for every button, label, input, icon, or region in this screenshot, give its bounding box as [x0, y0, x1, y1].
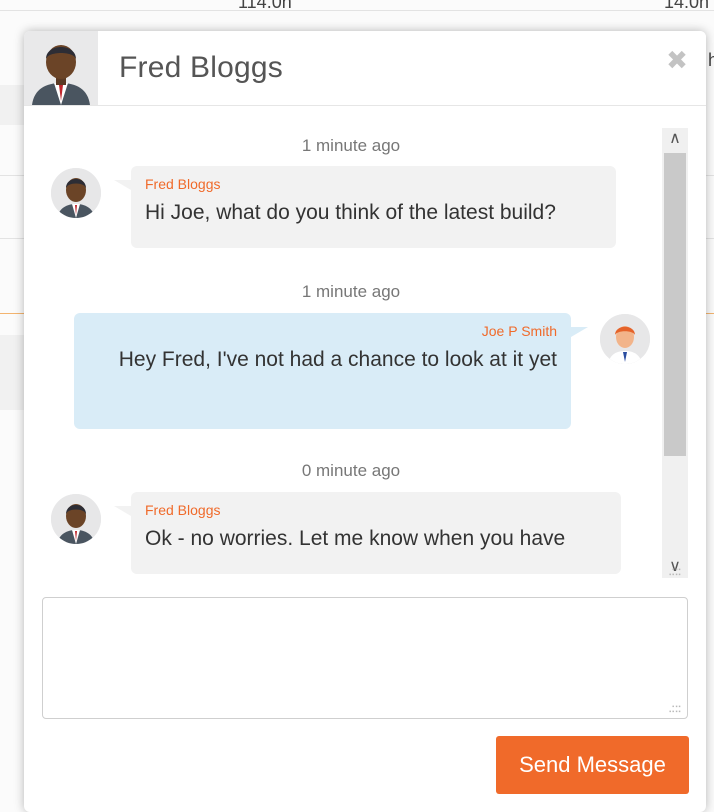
message-bubble: Fred Bloggs Hi Joe, what do you think of… — [114, 166, 616, 248]
message-sender: Fred Bloggs — [145, 176, 221, 192]
chat-header: Fred Bloggs ✖ — [24, 31, 706, 106]
resize-grip-icon[interactable]: ⠠⠤ ⠤⠤ — [668, 701, 682, 716]
message-list: 1 minute ago Fred Bloggs Hi Joe, what do… — [24, 106, 660, 586]
send-message-button[interactable]: Send Message — [496, 736, 689, 794]
message-bubble: Joe P Smith Hey Fred, I've not had a cha… — [74, 313, 588, 429]
sender-avatar — [600, 314, 650, 364]
scroll-thumb[interactable] — [664, 153, 686, 456]
message-bubble: Fred Bloggs Ok - no worries. Let me know… — [114, 492, 621, 574]
message-scrollbar[interactable]: ∧ ∨ — [662, 128, 688, 578]
sender-avatar — [51, 168, 101, 218]
message-text: Ok - no worries. Let me know when you ha… — [145, 527, 566, 550]
message-sender: Fred Bloggs — [145, 502, 221, 518]
message-timestamp: 0 minute ago — [301, 461, 401, 480]
message-timestamp: 1 minute ago — [301, 282, 401, 301]
background-divider — [0, 10, 714, 11]
background-cell-text: h — [708, 50, 714, 70]
contact-avatar-image — [24, 31, 98, 105]
chat-window: Fred Bloggs ✖ 1 minute ago Fred Bloggs H… — [24, 31, 706, 812]
chat-title: Fred Bloggs — [119, 51, 283, 84]
message-text: Hi Joe, what do you think of the latest … — [145, 201, 556, 224]
message-text: Hey Fred, I've not had a chance to look … — [118, 348, 557, 371]
sender-avatar — [51, 494, 101, 544]
scroll-up-icon[interactable]: ∧ — [662, 128, 688, 150]
message-timestamp: 1 minute ago — [301, 136, 401, 155]
message-input[interactable] — [42, 597, 688, 719]
background-cell-text: 14.0h — [664, 0, 710, 12]
close-icon[interactable]: ✖ — [666, 47, 688, 73]
background-cell-text: 114.0h — [238, 0, 292, 12]
resize-grip-icon[interactable]: ⠠⠤ ⠤⠤ — [668, 564, 682, 579]
message-sender: Joe P Smith — [481, 323, 557, 339]
contact-avatar — [24, 31, 98, 105]
